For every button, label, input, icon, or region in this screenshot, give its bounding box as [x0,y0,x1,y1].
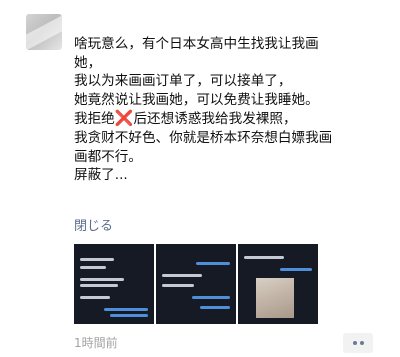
chat-bubble-outgoing [280,268,312,271]
post-line: 她竟然说让我画她，可以免费让我睡她。 [74,91,319,108]
chat-bubble-outgoing [200,306,230,309]
chat-bubble-incoming [80,278,124,281]
image-grid [74,244,390,324]
avatar[interactable] [26,14,62,50]
post-line: 她， [74,54,102,71]
timestamp: 1時間前 [74,336,118,350]
chat-bubble-incoming [162,284,194,287]
post-segment: 我拒绝 [74,111,115,128]
cross-mark-icon: ❌ [114,109,134,128]
chat-screenshot-thumbnail[interactable] [238,244,318,324]
more-dots-icon[interactable] [343,333,373,353]
post-line: 屏蔽了... [74,167,128,184]
blurred-photo [256,278,294,318]
chat-bubble-outgoing [110,314,148,317]
chat-bubble-outgoing [192,296,230,299]
post-line-with-mark: 我拒绝❌后还想诱惑我给我发裸照， [74,109,390,129]
chat-screenshot-thumbnail[interactable] [156,244,236,324]
chat-bubble-incoming [80,266,106,269]
post-segment: 后还想诱惑我给我发裸照， [133,111,297,128]
chat-screenshot-thumbnail[interactable] [74,244,154,324]
chat-bubble-incoming [162,274,202,277]
dot [359,341,364,345]
post-line: 画都不行。 [74,148,142,165]
chat-bubble-outgoing [104,308,148,311]
post-text: 啥玩意么，有个日本女高中生找我让我画 她， 我以为来画画订单了，可以接单了， 她… [74,35,390,185]
chat-bubble-incoming [80,258,114,261]
post-line: 我贪财不好色、你就是桥本环奈想白嫖我画 [74,129,333,146]
post-line: 我以为来画画订单了，可以接单了， [74,73,292,90]
chat-bubble-incoming [80,284,118,287]
collapse-link[interactable]: 閉じる [74,215,113,234]
chat-bubble-outgoing [196,262,230,265]
dot [352,341,357,345]
post-line: 啥玩意么，有个日本女高中生找我让我画 [74,36,319,52]
chat-bubble-incoming [244,256,284,259]
chat-bubble-incoming [80,296,110,299]
